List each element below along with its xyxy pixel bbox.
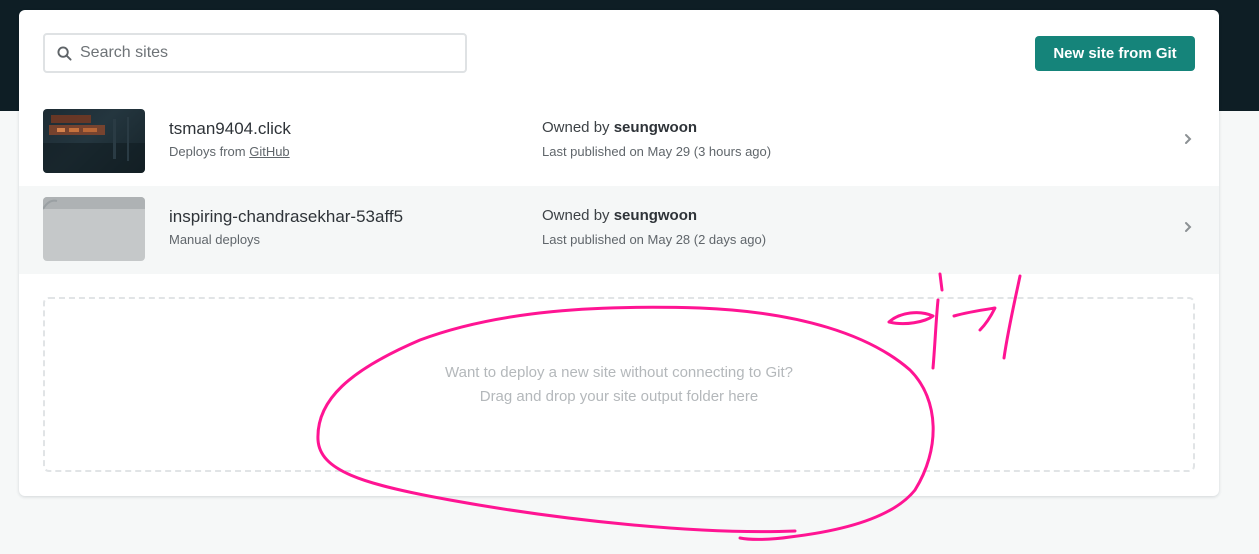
site-published: Last published on May 29 (3 hours ago) — [542, 144, 772, 159]
site-row[interactable]: inspiring-chandrasekhar-53aff5 Manual de… — [19, 186, 1219, 274]
new-site-from-git-button[interactable]: New site from Git — [1035, 36, 1195, 71]
site-name: inspiring-chandrasekhar-53aff5 — [169, 207, 404, 226]
site-owner: Owned by seungwoon — [542, 119, 698, 136]
site-row[interactable]: tsman9404.click Deploys from GitHub Owne… — [19, 98, 1219, 186]
site-published: Last published on May 28 (2 days ago) — [542, 232, 767, 247]
github-link[interactable]: GitHub — [249, 144, 289, 159]
search-icon — [57, 45, 72, 61]
dropzone-line-2: Drag and drop your site output folder he… — [479, 387, 759, 405]
sites-card: New site from Git tsman9404.click Deploy… — [19, 10, 1219, 496]
site-thumbnail — [43, 197, 145, 261]
search-field[interactable] — [43, 33, 467, 73]
site-name: tsman9404.click — [169, 119, 291, 138]
dropzone-line-1: Want to deploy a new site without connec… — [445, 363, 793, 381]
chevron-right-icon — [1185, 222, 1192, 232]
drag-drop-deploy-zone[interactable]: Want to deploy a new site without connec… — [43, 297, 1195, 472]
site-thumbnail — [43, 109, 145, 173]
site-deploy-source: Manual deploys — [169, 232, 261, 247]
search-input[interactable] — [80, 44, 450, 62]
site-deploy-source: Deploys from GitHub — [169, 144, 290, 159]
site-owner: Owned by seungwoon — [542, 207, 698, 224]
chevron-right-icon — [1185, 134, 1192, 144]
